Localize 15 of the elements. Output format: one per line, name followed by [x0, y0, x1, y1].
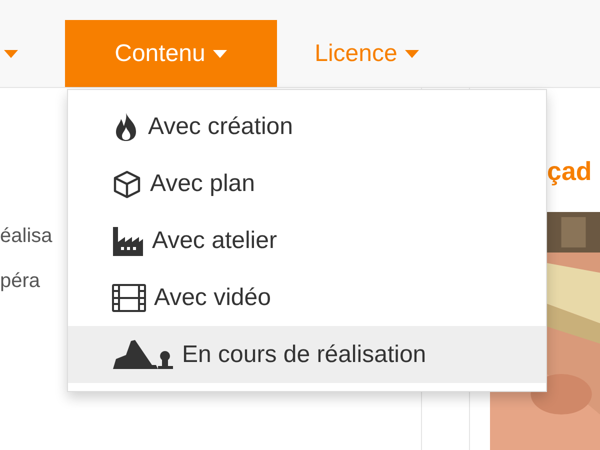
menu-item[interactable]: Avec vidéo [68, 269, 546, 326]
factory-icon [112, 224, 144, 256]
menu-item[interactable]: En cours de réalisation [68, 326, 546, 383]
menu-item[interactable]: Avec atelier [68, 212, 546, 269]
body-text: péra [0, 269, 40, 294]
cube-icon [112, 168, 142, 198]
menu-item[interactable]: Avec plan [68, 155, 546, 212]
hand-plane-icon [112, 338, 174, 370]
body-text: éalisa [0, 224, 52, 249]
film-icon [112, 282, 146, 312]
caret-icon [4, 50, 18, 58]
caret-icon [405, 50, 420, 58]
article-title: çad [547, 156, 592, 186]
caret-icon [213, 50, 228, 58]
menu-item[interactable]: Avec création [68, 98, 546, 155]
